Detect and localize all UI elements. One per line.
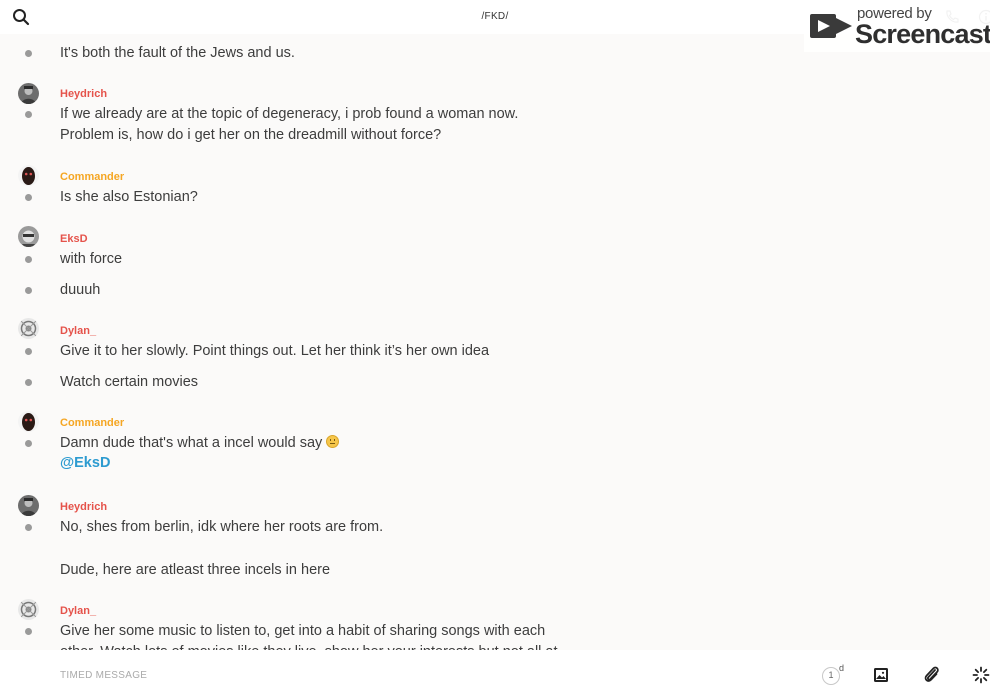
message-text: If we already are at the topic of degene… <box>60 106 519 122</box>
watermark-line2: Screencastify <box>855 19 990 49</box>
message-bullet <box>25 379 32 386</box>
user-mention-link[interactable]: @EksD <box>60 455 110 471</box>
upside-down-face-emoji-icon <box>326 435 340 448</box>
spinner-icon[interactable] <box>972 666 990 684</box>
message-author[interactable]: Commander <box>60 171 124 183</box>
message-author[interactable]: Heydrich <box>60 88 107 100</box>
message-author[interactable]: Commander <box>60 417 124 429</box>
timed-message-input[interactable] <box>60 666 660 684</box>
paperclip-icon[interactable] <box>923 665 941 685</box>
avatar[interactable] <box>18 599 39 620</box>
timer-unit: d <box>839 663 845 673</box>
message-text: Is she also Estonian? <box>60 189 198 205</box>
screencastify-logo-icon <box>810 14 852 38</box>
avatar[interactable] <box>18 495 39 516</box>
message-text: Give it to her slowly. Point things out.… <box>60 343 490 359</box>
message-text: Damn dude that's what a incel would say <box>60 433 340 454</box>
message-text: other. Watch lots of movies like they li… <box>60 642 558 650</box>
timer-value: 1 <box>822 667 840 685</box>
avatar[interactable] <box>18 318 39 339</box>
message-bullet <box>25 287 32 294</box>
message-bullet <box>25 194 32 201</box>
screencastify-watermark: powered by Screencastify <box>804 2 990 52</box>
avatar[interactable] <box>18 411 39 432</box>
message-text: Give her some music to listen to, get in… <box>60 623 546 639</box>
message-author[interactable]: Dylan_ <box>60 325 96 337</box>
message-author[interactable]: Heydrich <box>60 501 107 513</box>
message-author[interactable]: EksD <box>60 233 88 245</box>
message-bullet <box>25 628 32 635</box>
message-composer: 1 d <box>0 650 990 700</box>
avatar[interactable] <box>18 165 39 186</box>
message-feed[interactable]: It's both the fault of the Jews and us. … <box>0 34 990 650</box>
message-text: Watch certain movies <box>60 374 199 390</box>
image-icon[interactable] <box>873 667 889 683</box>
avatar[interactable] <box>18 83 39 104</box>
message-bullet <box>25 440 32 447</box>
message-author[interactable]: Dylan_ <box>60 605 96 617</box>
message-bullet <box>25 111 32 118</box>
message-bullet <box>25 348 32 355</box>
message-text: Dude, here are atleast three incels in h… <box>60 562 331 578</box>
message-bullet <box>25 50 32 57</box>
message-text: duuuh <box>60 282 101 298</box>
avatar[interactable] <box>18 226 39 247</box>
message-bullet <box>25 256 32 263</box>
message-text: No, shes from berlin, idk where her root… <box>60 519 384 535</box>
message-bullet <box>25 524 32 531</box>
message-text: with force <box>60 251 123 267</box>
message-text: Problem is, how do i get her on the drea… <box>60 127 442 143</box>
message-text: It's both the fault of the Jews and us. <box>60 45 295 61</box>
timer-button[interactable]: 1 d <box>820 663 846 688</box>
